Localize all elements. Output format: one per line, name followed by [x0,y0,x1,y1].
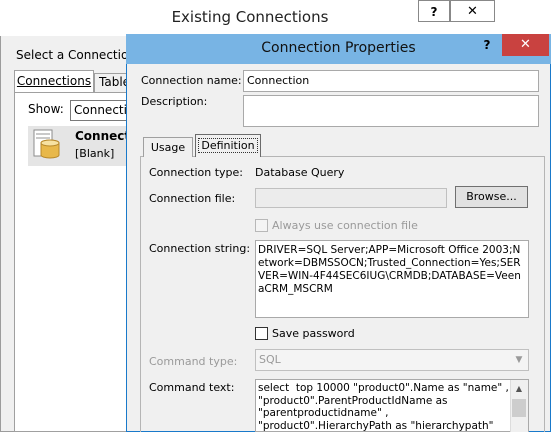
show-label: Show: [28,102,64,116]
tab-definition[interactable]: Definition [195,134,261,157]
database-icon [33,129,60,159]
connection-file-label: Connection file: [149,192,236,205]
dialog-help-button[interactable]: ? [472,34,502,56]
scrollbar-thumb[interactable] [512,399,526,417]
command-type-label: Command type: [149,355,238,368]
connection-string-textarea[interactable]: DRIVER=SQL Server;APP=Microsoft Office 2… [255,240,529,318]
connection-name-label: Connection name: [141,74,242,87]
dialog-close-button[interactable]: ✕ [502,34,549,56]
browse-button[interactable]: Browse... [455,186,528,208]
connection-type-value: Database Query [255,166,345,179]
scroll-up-arrow-icon[interactable]: ▲ [510,381,528,397]
tab-connections-label: Connections [16,74,92,88]
tab-usage[interactable]: Usage [143,137,193,157]
help-button[interactable]: ? [418,0,450,22]
tab-definition-label: Definition [198,138,258,153]
always-use-connection-file-checkbox[interactable] [255,219,268,232]
connection-file-input[interactable] [255,188,447,208]
command-type-select[interactable]: SQL [255,349,529,371]
connection-type-label: Connection type: [149,166,244,179]
description-input[interactable] [243,95,539,127]
connection-name-input[interactable]: Connection [243,70,539,92]
list-item-subtitle: [Blank] [75,147,115,160]
connection-string-label: Connection string: [149,242,251,255]
command-text-content: select top 10000 "product0".Name as "nam… [258,382,509,432]
chevron-down-icon: ▼ [515,355,523,365]
save-password-checkbox[interactable] [255,327,268,340]
save-password-label: Save password [272,327,355,340]
command-text-label: Command text: [149,381,235,394]
description-label: Description: [141,95,208,108]
tab-connections[interactable]: Connections [14,70,94,92]
always-use-connection-file-label: Always use connection file [272,219,418,232]
close-button[interactable]: ✕ [450,0,495,22]
